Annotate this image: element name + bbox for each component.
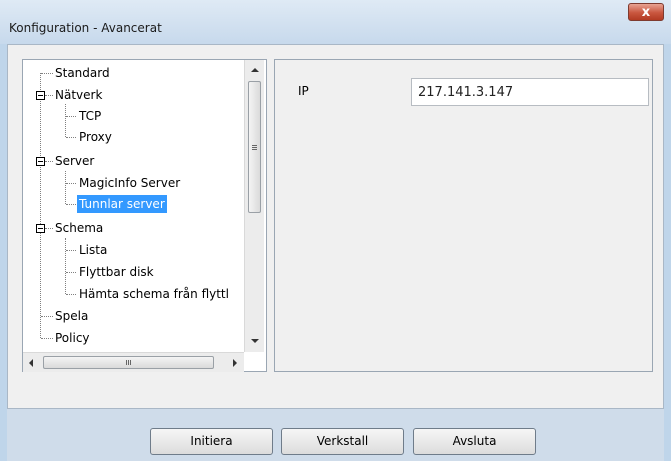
grip-line [128, 360, 129, 365]
tree-vertical-scrollbar[interactable] [244, 60, 264, 352]
horizontal-scroll-thumb[interactable] [43, 356, 214, 369]
tree-line-root [40, 73, 41, 338]
arrow-down-icon[interactable] [251, 339, 259, 343]
verkstall-button[interactable]: Verkstall [281, 428, 404, 455]
tree-branch [45, 161, 53, 162]
tree-line-server [65, 171, 66, 204]
tree-item-server[interactable]: Server [55, 152, 94, 170]
grip-line [252, 147, 257, 148]
tree-branch [45, 95, 53, 96]
ip-input[interactable] [411, 78, 649, 106]
tree-branch [41, 316, 53, 317]
close-icon: x [641, 5, 651, 20]
grip-line [252, 145, 257, 146]
tree-line-schema [65, 238, 66, 294]
tree-branch [66, 294, 76, 295]
tree-horizontal-scrollbar[interactable] [23, 352, 244, 372]
tree-line-natverk [65, 104, 66, 137]
tree-branch [41, 73, 53, 74]
tree-item-flyttbar-disk[interactable]: Flyttbar disk [79, 263, 154, 281]
avsluta-button[interactable]: Avsluta [413, 428, 536, 455]
tree-item-tcp[interactable]: TCP [79, 107, 101, 125]
tree-branch [66, 272, 76, 273]
tree-item-standard[interactable]: Standard [55, 64, 110, 82]
tree-item-spela[interactable]: Spela [55, 307, 88, 325]
vertical-scroll-thumb[interactable] [248, 81, 261, 213]
tree-item-lista[interactable]: Lista [79, 241, 107, 259]
grip-line [130, 360, 131, 365]
tree-item-magicinfo-server[interactable]: MagicInfo Server [79, 174, 180, 192]
grip-line [252, 149, 257, 150]
collapse-icon[interactable] [36, 224, 45, 233]
tree-item-tunnlar-server[interactable]: Tunnlar server [77, 195, 167, 213]
tree-branch [45, 228, 53, 229]
tree-item-proxy[interactable]: Proxy [79, 128, 112, 146]
tree-branch [66, 183, 76, 184]
tree-branch [66, 116, 76, 117]
title-bar[interactable]: Konfiguration - Avancerat x [0, 0, 671, 44]
tree-item-hamta-schema[interactable]: Hämta schema från flyttl [79, 285, 229, 303]
grip-line [126, 360, 127, 365]
tree-branch [66, 204, 76, 205]
tree-branch [41, 338, 53, 339]
tree-branch [66, 250, 76, 251]
arrow-left-icon[interactable] [29, 359, 33, 367]
collapse-icon[interactable] [36, 91, 45, 100]
arrow-up-icon[interactable] [251, 68, 259, 72]
tree-branch [66, 137, 76, 138]
arrow-right-icon[interactable] [233, 359, 237, 367]
close-button[interactable]: x [628, 3, 664, 21]
settings-tree[interactable]: Standard Nätverk TCP Proxy Server MagicI… [22, 59, 267, 372]
tree-item-schema[interactable]: Schema [55, 219, 103, 237]
collapse-icon[interactable] [36, 157, 45, 166]
ip-label: IP [298, 84, 309, 98]
tree-item-policy[interactable]: Policy [55, 329, 90, 347]
initiera-button[interactable]: Initiera [150, 428, 273, 455]
tree-item-natverk[interactable]: Nätverk [55, 86, 102, 104]
window-title: Konfiguration - Avancerat [9, 21, 162, 35]
